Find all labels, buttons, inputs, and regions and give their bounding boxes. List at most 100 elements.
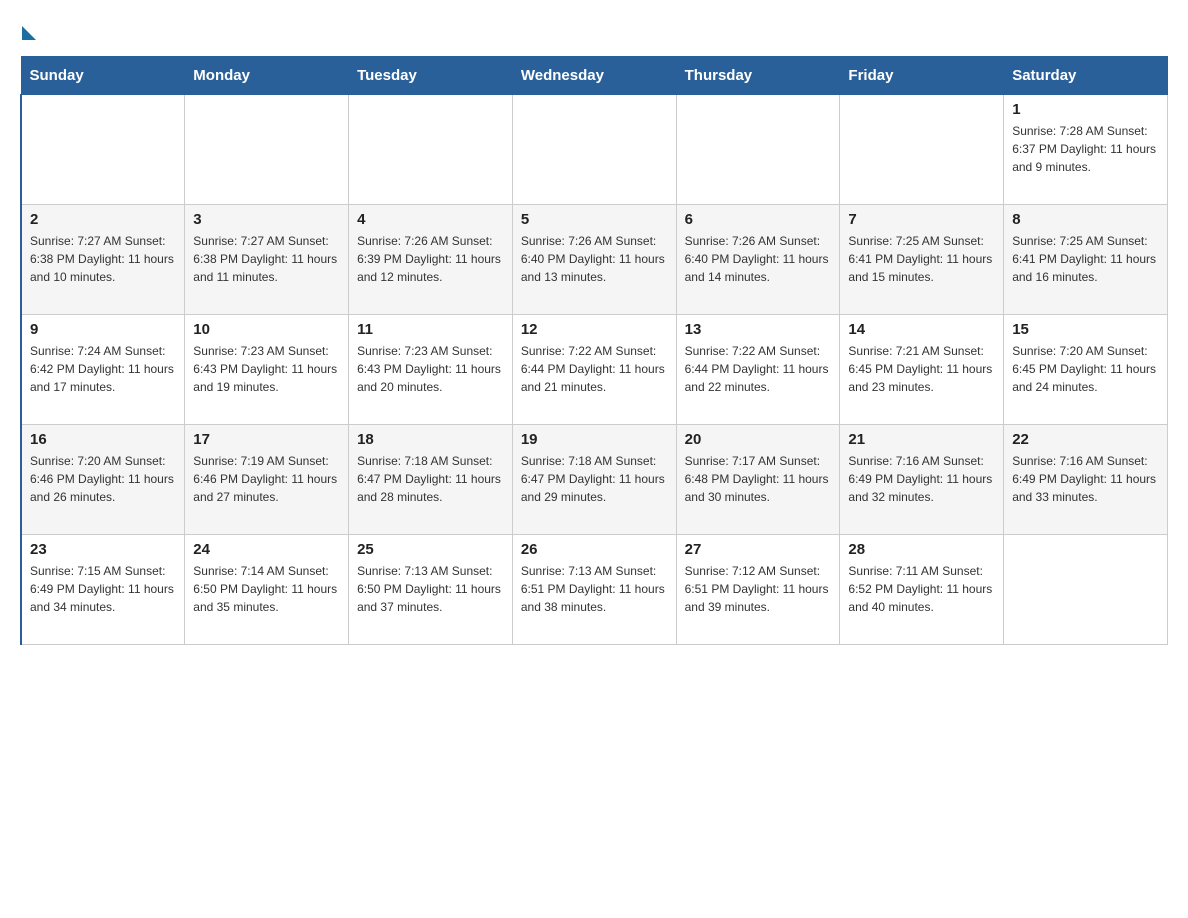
day-number: 5 (521, 211, 668, 228)
calendar-week-row: 16 Sunrise: 7:20 AM Sunset: 6:46 PM Dayli… (21, 425, 1168, 535)
logo-arrow-icon (22, 26, 36, 40)
calendar-day-cell: 5 Sunrise: 7:26 AM Sunset: 6:40 PM Daylig… (512, 205, 676, 315)
calendar-day-cell: 3 Sunrise: 7:27 AM Sunset: 6:38 PM Daylig… (185, 205, 349, 315)
day-info: Sunrise: 7:17 AM Sunset: 6:48 PM Dayligh… (685, 452, 832, 506)
day-info: Sunrise: 7:23 AM Sunset: 6:43 PM Dayligh… (357, 342, 504, 396)
calendar-day-cell: 6Sunrise: 7:26 AM Sunset: 6:40 PM Daylig… (676, 205, 840, 315)
day-info: Sunrise: 7:26 AM Sunset: 6:40 PM Dayligh… (521, 232, 668, 286)
calendar-week-row: 9 Sunrise: 7:24 AM Sunset: 6:42 PM Daylig… (21, 315, 1168, 425)
day-number: 7 (848, 211, 995, 228)
day-number: 18 (357, 431, 504, 448)
day-of-week-header: Friday (840, 57, 1004, 95)
day-number: 10 (193, 321, 340, 338)
day-number: 27 (685, 541, 832, 558)
calendar-day-cell: 20 Sunrise: 7:17 AM Sunset: 6:48 PM Dayli… (676, 425, 840, 535)
day-number: 15 (1012, 321, 1159, 338)
day-number: 2 (30, 211, 176, 228)
day-number: 9 (30, 321, 176, 338)
day-number: 14 (848, 321, 995, 338)
day-number: 17 (193, 431, 340, 448)
calendar-day-cell: 22 Sunrise: 7:16 AM Sunset: 6:49 PM Dayli… (1004, 425, 1168, 535)
calendar-day-cell: 18 Sunrise: 7:18 AM Sunset: 6:47 PM Dayli… (349, 425, 513, 535)
day-info: Sunrise: 7:21 AM Sunset: 6:45 PM Dayligh… (848, 342, 995, 396)
calendar-day-cell: 17 Sunrise: 7:19 AM Sunset: 6:46 PM Dayli… (185, 425, 349, 535)
day-of-week-header: Tuesday (349, 57, 513, 95)
day-info: Sunrise: 7:15 AM Sunset: 6:49 PM Dayligh… (30, 562, 176, 616)
day-number: 26 (521, 541, 668, 558)
day-info: Sunrise: 7:13 AM Sunset: 6:51 PM Dayligh… (521, 562, 668, 616)
calendar-day-cell (512, 95, 676, 205)
day-number: 11 (357, 321, 504, 338)
calendar-day-cell: 12 Sunrise: 7:22 AM Sunset: 6:44 PM Dayli… (512, 315, 676, 425)
calendar-day-cell: 14 Sunrise: 7:21 AM Sunset: 6:45 PM Dayli… (840, 315, 1004, 425)
calendar-day-cell (185, 95, 349, 205)
calendar-week-row: 1 Sunrise: 7:28 AM Sunset: 6:37 PM Daylig… (21, 95, 1168, 205)
calendar-day-cell: 23 Sunrise: 7:15 AM Sunset: 6:49 PM Dayli… (21, 535, 185, 645)
calendar-day-cell (676, 95, 840, 205)
day-number: 19 (521, 431, 668, 448)
calendar-day-cell: 8 Sunrise: 7:25 AM Sunset: 6:41 PM Daylig… (1004, 205, 1168, 315)
calendar-day-cell: 2 Sunrise: 7:27 AM Sunset: 6:38 PM Daylig… (21, 205, 185, 315)
logo (20, 20, 36, 36)
day-number: 13 (685, 321, 832, 338)
day-number: 20 (685, 431, 832, 448)
calendar-week-row: 23 Sunrise: 7:15 AM Sunset: 6:49 PM Dayli… (21, 535, 1168, 645)
day-of-week-header: Monday (185, 57, 349, 95)
calendar-day-cell (21, 95, 185, 205)
calendar-day-cell: 15 Sunrise: 7:20 AM Sunset: 6:45 PM Dayli… (1004, 315, 1168, 425)
calendar-day-cell: 9 Sunrise: 7:24 AM Sunset: 6:42 PM Daylig… (21, 315, 185, 425)
day-info: Sunrise: 7:11 AM Sunset: 6:52 PM Dayligh… (848, 562, 995, 616)
day-info: Sunrise: 7:27 AM Sunset: 6:38 PM Dayligh… (30, 232, 176, 286)
calendar-day-cell: 4 Sunrise: 7:26 AM Sunset: 6:39 PM Daylig… (349, 205, 513, 315)
page-header (20, 20, 1168, 36)
day-number: 25 (357, 541, 504, 558)
day-number: 24 (193, 541, 340, 558)
day-info: Sunrise: 7:26 AM Sunset: 6:39 PM Dayligh… (357, 232, 504, 286)
day-number: 28 (848, 541, 995, 558)
day-number: 3 (193, 211, 340, 228)
day-info: Sunrise: 7:16 AM Sunset: 6:49 PM Dayligh… (1012, 452, 1159, 506)
day-number: 8 (1012, 211, 1159, 228)
calendar-day-cell: 21 Sunrise: 7:16 AM Sunset: 6:49 PM Dayli… (840, 425, 1004, 535)
calendar-day-cell: 16 Sunrise: 7:20 AM Sunset: 6:46 PM Dayli… (21, 425, 185, 535)
calendar-day-cell: 10 Sunrise: 7:23 AM Sunset: 6:43 PM Dayli… (185, 315, 349, 425)
calendar-day-cell: 7 Sunrise: 7:25 AM Sunset: 6:41 PM Daylig… (840, 205, 1004, 315)
day-number: 21 (848, 431, 995, 448)
day-info: Sunrise: 7:23 AM Sunset: 6:43 PM Dayligh… (193, 342, 340, 396)
day-info: Sunrise: 7:22 AM Sunset: 6:44 PM Dayligh… (521, 342, 668, 396)
day-info: Sunrise: 7:18 AM Sunset: 6:47 PM Dayligh… (357, 452, 504, 506)
day-number: 16 (30, 431, 176, 448)
day-info: Sunrise: 7:18 AM Sunset: 6:47 PM Dayligh… (521, 452, 668, 506)
day-info: Sunrise: 7:25 AM Sunset: 6:41 PM Dayligh… (1012, 232, 1159, 286)
day-number: 4 (357, 211, 504, 228)
day-info: Sunrise: 7:19 AM Sunset: 6:46 PM Dayligh… (193, 452, 340, 506)
calendar-week-row: 2 Sunrise: 7:27 AM Sunset: 6:38 PM Daylig… (21, 205, 1168, 315)
calendar-day-cell: 13Sunrise: 7:22 AM Sunset: 6:44 PM Dayli… (676, 315, 840, 425)
calendar-day-cell (1004, 535, 1168, 645)
day-number: 12 (521, 321, 668, 338)
day-info: Sunrise: 7:16 AM Sunset: 6:49 PM Dayligh… (848, 452, 995, 506)
calendar-table: SundayMondayTuesdayWednesdayThursdayFrid… (20, 56, 1168, 645)
day-number: 1 (1012, 101, 1159, 118)
day-info: Sunrise: 7:20 AM Sunset: 6:45 PM Dayligh… (1012, 342, 1159, 396)
day-info: Sunrise: 7:25 AM Sunset: 6:41 PM Dayligh… (848, 232, 995, 286)
day-number: 6 (685, 211, 832, 228)
calendar-day-cell (349, 95, 513, 205)
day-info: Sunrise: 7:28 AM Sunset: 6:37 PM Dayligh… (1012, 122, 1159, 176)
day-of-week-header: Thursday (676, 57, 840, 95)
calendar-day-cell: 11 Sunrise: 7:23 AM Sunset: 6:43 PM Dayli… (349, 315, 513, 425)
calendar-day-cell: 27 Sunrise: 7:12 AM Sunset: 6:51 PM Dayli… (676, 535, 840, 645)
day-info: Sunrise: 7:24 AM Sunset: 6:42 PM Dayligh… (30, 342, 176, 396)
calendar-day-cell: 24Sunrise: 7:14 AM Sunset: 6:50 PM Dayli… (185, 535, 349, 645)
calendar-day-cell: 26 Sunrise: 7:13 AM Sunset: 6:51 PM Dayli… (512, 535, 676, 645)
day-number: 22 (1012, 431, 1159, 448)
day-info: Sunrise: 7:20 AM Sunset: 6:46 PM Dayligh… (30, 452, 176, 506)
day-info: Sunrise: 7:13 AM Sunset: 6:50 PM Dayligh… (357, 562, 504, 616)
day-info: Sunrise: 7:27 AM Sunset: 6:38 PM Dayligh… (193, 232, 340, 286)
day-number: 23 (30, 541, 176, 558)
day-of-week-header: Wednesday (512, 57, 676, 95)
day-info: Sunrise: 7:12 AM Sunset: 6:51 PM Dayligh… (685, 562, 832, 616)
calendar-day-cell: 19 Sunrise: 7:18 AM Sunset: 6:47 PM Dayli… (512, 425, 676, 535)
calendar-day-cell: 25 Sunrise: 7:13 AM Sunset: 6:50 PM Dayli… (349, 535, 513, 645)
day-of-week-header: Saturday (1004, 57, 1168, 95)
